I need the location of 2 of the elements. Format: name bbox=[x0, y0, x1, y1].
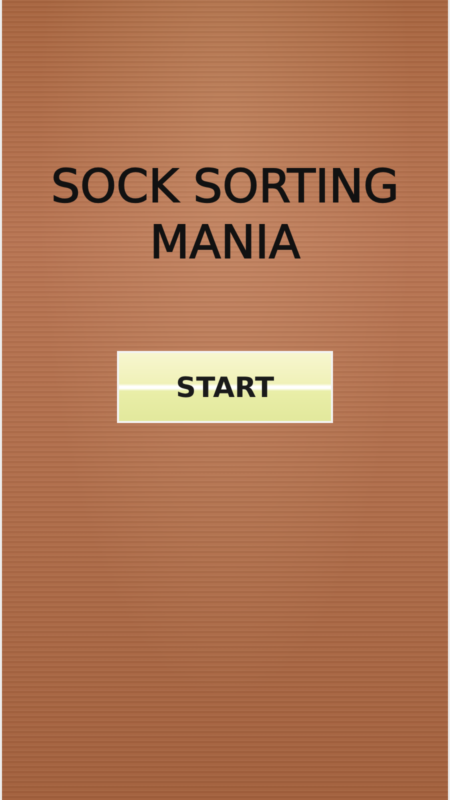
game-title: SOCK SORTING MANIA bbox=[50, 158, 400, 270]
start-button[interactable]: START bbox=[117, 351, 333, 423]
